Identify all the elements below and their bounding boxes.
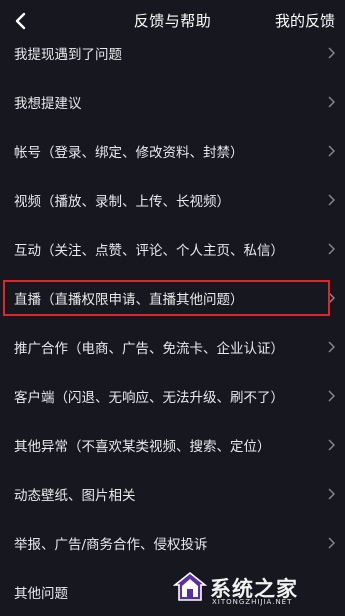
list-item-client[interactable]: 客户端（闪退、无响应、无法升级、刷不了） (0, 372, 345, 420)
watermark: 系统之家 XITONGZHIJIA.NET (166, 567, 341, 611)
chevron-right-icon (328, 390, 335, 402)
list-item-label: 其他异常（不喜欢某类视频、搜索、定位） (14, 439, 271, 455)
list-item-label: 我提现遇到了问题 (14, 47, 122, 63)
list-item-video[interactable]: 视频（播放、录制、上传、长视频） (0, 176, 345, 224)
chevron-right-icon (328, 488, 335, 500)
list-item-label: 举报、广告/商务合作、侵权投诉 (14, 537, 208, 553)
list-item-promotion[interactable]: 推广合作（电商、广告、免流卡、企业认证） (0, 323, 345, 371)
watermark-subtext: XITONGZHIJIA.NET (212, 598, 293, 606)
list-item-account[interactable]: 帐号（登录、绑定、修改资料、封禁） (0, 127, 345, 175)
list-item-interaction[interactable]: 互动（关注、点赞、评论、个人主页、私信） (0, 225, 345, 273)
chevron-right-icon (328, 194, 335, 206)
list-item-label: 我想提建议 (14, 96, 82, 112)
chevron-right-icon (328, 537, 335, 549)
list-item-suggestion[interactable]: 我想提建议 (0, 78, 345, 126)
list-item-label: 视频（播放、录制、上传、长视频） (14, 194, 230, 210)
chevron-right-icon (328, 341, 335, 353)
list-item-label: 动态壁纸、图片相关 (14, 488, 136, 504)
house-logo-icon (172, 571, 208, 601)
list-item-wallpaper[interactable]: 动态壁纸、图片相关 (0, 470, 345, 518)
list-item-other-anomaly[interactable]: 其他异常（不喜欢某类视频、搜索、定位） (0, 421, 345, 469)
list-item-report[interactable]: 举报、广告/商务合作、侵权投诉 (0, 519, 345, 567)
chevron-right-icon (328, 243, 335, 255)
list-item-live-stream[interactable]: 直播（直播权限申请、直播其他问题） (0, 274, 345, 322)
list-item-withdrawal-issue[interactable]: 我提现遇到了问题 (0, 29, 345, 77)
chevron-right-icon (328, 439, 335, 451)
list-item-label: 帐号（登录、绑定、修改资料、封禁） (14, 145, 244, 161)
chevron-right-icon (328, 292, 335, 304)
list-item-label: 推广合作（电商、广告、免流卡、企业认证） (14, 341, 284, 357)
list-item-label: 客户端（闪退、无响应、无法升级、刷不了） (14, 390, 284, 406)
list-item-label: 其他问题 (14, 586, 68, 602)
my-feedback-link[interactable]: 我的反馈 (275, 10, 335, 31)
chevron-right-icon (328, 47, 335, 59)
chevron-right-icon (328, 96, 335, 108)
list-item-label: 直播（直播权限申请、直播其他问题） (14, 292, 244, 308)
list-item-label: 互动（关注、点赞、评论、个人主页、私信） (14, 243, 284, 259)
chevron-right-icon (328, 145, 335, 157)
